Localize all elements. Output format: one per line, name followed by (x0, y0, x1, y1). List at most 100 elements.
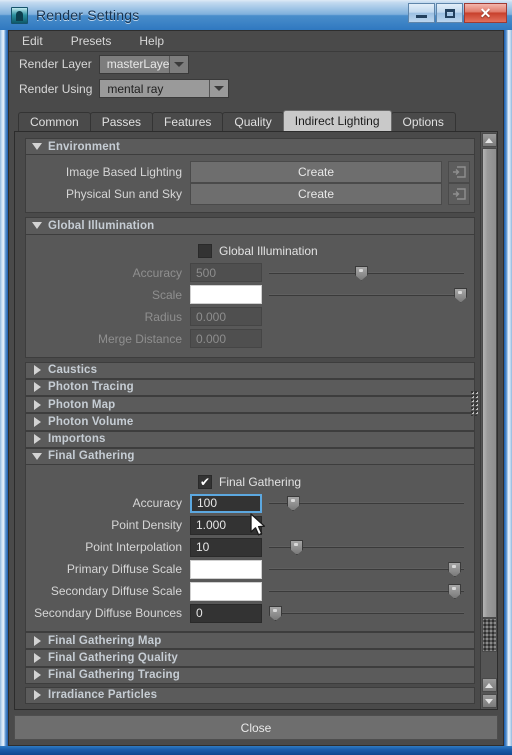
physical-sun-sky-row: Physical Sun and Sky Create (30, 183, 470, 206)
gi-accuracy-input[interactable]: 500 (190, 263, 262, 283)
tab-indirect-lighting[interactable]: Indirect Lighting (282, 110, 392, 132)
render-using-dropdown[interactable]: mental ray (99, 79, 230, 99)
render-layer-row: Render Layer masterLayer (9, 51, 503, 77)
close-window-button[interactable]: ✕ (464, 3, 507, 23)
render-layer-dropdown[interactable]: masterLayer (98, 54, 189, 74)
section-header-photon-tracing[interactable]: Photon Tracing (25, 378, 475, 397)
section-title: Global Illumination (48, 219, 155, 232)
image-based-lighting-create-button[interactable]: Create (190, 161, 442, 184)
gi-merge-distance-row: Merge Distance 0.000 (30, 328, 470, 350)
final-gathering-checkbox-label: Final Gathering (219, 474, 302, 489)
gi-scale-color-swatch[interactable] (190, 285, 262, 305)
window-frame-right (504, 30, 512, 755)
maya-app-icon (11, 6, 28, 24)
final-gathering-checkbox-row: ✔ Final Gathering (30, 471, 470, 492)
section-header-final-gathering[interactable]: Final Gathering (25, 447, 475, 466)
chevron-down-icon (169, 55, 188, 73)
section-title: Photon Map (48, 398, 116, 411)
final-gathering-checkbox[interactable]: ✔ (198, 474, 212, 489)
fg-primary-diffuse-scale-row: Primary Diffuse Scale (30, 558, 470, 580)
section-header-final-gathering-tracing[interactable]: Final Gathering Tracing (25, 666, 475, 684)
slider-handle[interactable] (454, 287, 468, 303)
gi-radius-row: Radius 0.000 (30, 306, 470, 328)
gi-radius-input[interactable]: 0.000 (190, 307, 262, 327)
section-header-importons[interactable]: Importons (25, 430, 475, 448)
gi-accuracy-slider[interactable] (269, 263, 464, 283)
fg-primary-diffuse-scale-swatch[interactable] (190, 559, 262, 579)
scrollbar-thumb[interactable] (481, 148, 497, 619)
section-title: Photon Tracing (48, 381, 134, 394)
section-header-final-gathering-map[interactable]: Final Gathering Map (25, 632, 475, 650)
slider-handle[interactable] (290, 540, 304, 556)
global-illumination-checkbox-label: Global Illumination (219, 244, 318, 259)
fg-accuracy-input[interactable]: 100 (190, 493, 262, 513)
fg-point-interpolation-input[interactable]: 10 (190, 537, 262, 557)
settings-scroll-panel: Environment Image Based Lighting Create … (14, 131, 498, 710)
slider-handle[interactable] (448, 584, 462, 600)
section-title: Final Gathering Quality (48, 651, 178, 664)
slider-track (269, 568, 464, 571)
menu-help[interactable]: Help (136, 33, 167, 49)
scroll-down-arrow-icon[interactable] (481, 694, 497, 708)
maximize-icon (444, 8, 455, 18)
physical-sun-sky-create-button[interactable]: Create (190, 183, 442, 206)
menu-edit[interactable]: Edit (19, 33, 46, 49)
panel-resize-grip[interactable] (470, 390, 479, 417)
gi-radius-label: Radius (144, 309, 182, 324)
section-header-environment[interactable]: Environment (25, 138, 475, 156)
fg-secondary-diffuse-scale-swatch[interactable] (190, 581, 262, 601)
section-title: Importons (48, 433, 106, 446)
triangle-down-icon (26, 143, 48, 151)
fg-primary-diffuse-scale-label: Primary Diffuse Scale (66, 562, 182, 577)
scroll-up-arrow-icon[interactable] (481, 133, 497, 148)
global-illumination-checkbox[interactable] (198, 244, 212, 259)
fg-secondary-diffuse-scale-row: Secondary Diffuse Scale (30, 580, 470, 602)
maximize-button[interactable] (436, 3, 463, 23)
tab-common[interactable]: Common (18, 112, 91, 132)
section-header-final-gathering-quality[interactable]: Final Gathering Quality (25, 649, 475, 667)
slider-handle[interactable] (354, 265, 368, 281)
tab-passes[interactable]: Passes (89, 112, 154, 132)
section-header-irradiance-particles[interactable]: Irradiance Particles (25, 686, 475, 705)
window-title: Render Settings (36, 7, 140, 23)
gi-merge-distance-input[interactable]: 0.000 (190, 329, 262, 349)
section-header-photon-map[interactable]: Photon Map (25, 396, 475, 414)
minimize-button[interactable] (408, 3, 435, 23)
slider-handle[interactable] (286, 496, 300, 512)
client-area: Edit Presets Help Render Layer masterLay… (8, 30, 504, 746)
menu-presets[interactable]: Presets (68, 33, 115, 49)
scroll-up-arrow-icon-bottom[interactable] (481, 678, 497, 692)
section-header-global-illumination[interactable]: Global Illumination (25, 217, 475, 235)
tab-options[interactable]: Options (390, 112, 456, 132)
fg-point-interpolation-slider[interactable] (269, 537, 464, 557)
vertical-scrollbar[interactable] (480, 132, 497, 709)
title-bar: Render Settings ✕ (0, 0, 512, 30)
gi-scale-slider[interactable] (269, 285, 468, 305)
image-based-lighting-label: Image Based Lighting (65, 165, 182, 180)
fg-secondary-diffuse-bounces-input[interactable]: 0 (190, 603, 262, 623)
fg-secondary-diffuse-bounces-slider[interactable] (269, 603, 464, 623)
fg-accuracy-label: Accuracy (132, 496, 182, 511)
section-header-photon-volume[interactable]: Photon Volume (25, 413, 475, 431)
window-frame-left (0, 30, 8, 755)
fg-accuracy-row: Accuracy 100 (30, 492, 470, 514)
tab-quality[interactable]: Quality (222, 112, 284, 132)
scrollbar-track-texture[interactable] (481, 618, 497, 653)
fg-primary-diffuse-scale-slider[interactable] (269, 559, 464, 579)
section-title: Caustics (48, 364, 98, 377)
fg-secondary-diffuse-scale-slider[interactable] (269, 581, 464, 601)
close-button[interactable]: Close (14, 715, 498, 740)
footer-bar: Close (9, 710, 503, 745)
fg-point-density-input[interactable]: 1.000 (190, 515, 262, 535)
tab-features[interactable]: Features (152, 112, 224, 132)
slider-handle[interactable] (448, 562, 462, 578)
image-based-lighting-row: Image Based Lighting Create (30, 161, 470, 184)
tab-bar: Common Passes Features Quality Indirect … (9, 110, 503, 132)
gi-accuracy-label: Accuracy (132, 265, 182, 280)
map-input-icon[interactable] (448, 161, 470, 184)
triangle-right-icon (26, 382, 48, 393)
slider-handle[interactable] (269, 606, 282, 622)
map-input-icon[interactable] (448, 183, 470, 206)
fg-accuracy-slider[interactable] (269, 493, 464, 513)
section-header-caustics[interactable]: Caustics (25, 361, 475, 379)
